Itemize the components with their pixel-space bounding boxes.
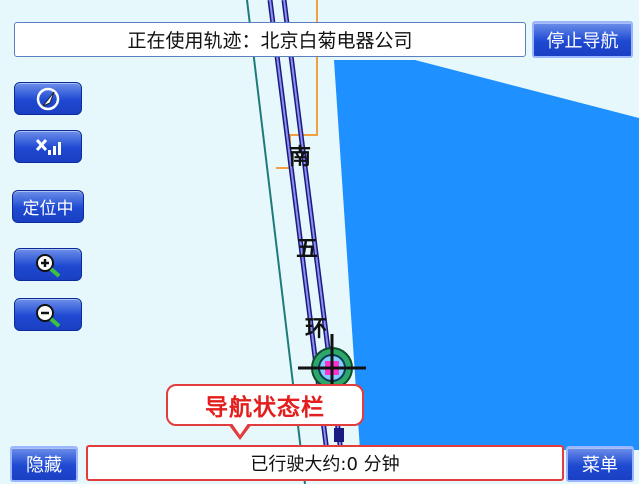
locating-button[interactable]: 定位中 [12,190,84,223]
route-end-marker [334,428,344,442]
hide-button[interactable]: 隐藏 [10,446,78,482]
zoom-out-button[interactable] [14,298,82,331]
stop-navigation-button[interactable]: 停止导航 [532,21,633,58]
route-status-text: 正在使用轨迹：北京白菊电器公司 [127,30,413,52]
callout-label: 导航状态栏 [205,395,325,421]
compass-icon [36,87,60,110]
zoom-out-icon [36,303,61,328]
road-label-char-2: 五 [296,236,319,262]
status-bar-callout: 导航状态栏 [166,384,364,426]
compass-button[interactable] [14,82,82,115]
gps-signal-button[interactable] [14,130,82,163]
hide-label: 隐藏 [26,455,62,476]
stop-navigation-label: 停止导航 [546,30,619,52]
route-status-bar: 正在使用轨迹：北京白菊电器公司 [14,22,526,57]
road-label-char-1: 南 [289,144,312,170]
callout-tail-inner [231,422,249,435]
road-label-char-3: 环 [305,316,328,342]
locating-label: 定位中 [22,199,74,219]
water-area [334,60,639,450]
gps-signal-icon [35,138,61,155]
zoom-in-button[interactable] [14,248,82,281]
menu-label: 菜单 [582,455,618,476]
navigation-screen: 南 五 环 正在使用轨迹：北京白菊电器公司 停止导航 定位中 导航状态栏 隐藏 … [0,0,639,484]
elapsed-time-text: 已行驶大约:0 分钟 [250,454,400,475]
navigation-status-bar: 已行驶大约:0 分钟 [86,445,564,481]
menu-button[interactable]: 菜单 [566,446,634,482]
zoom-in-icon [36,253,61,278]
